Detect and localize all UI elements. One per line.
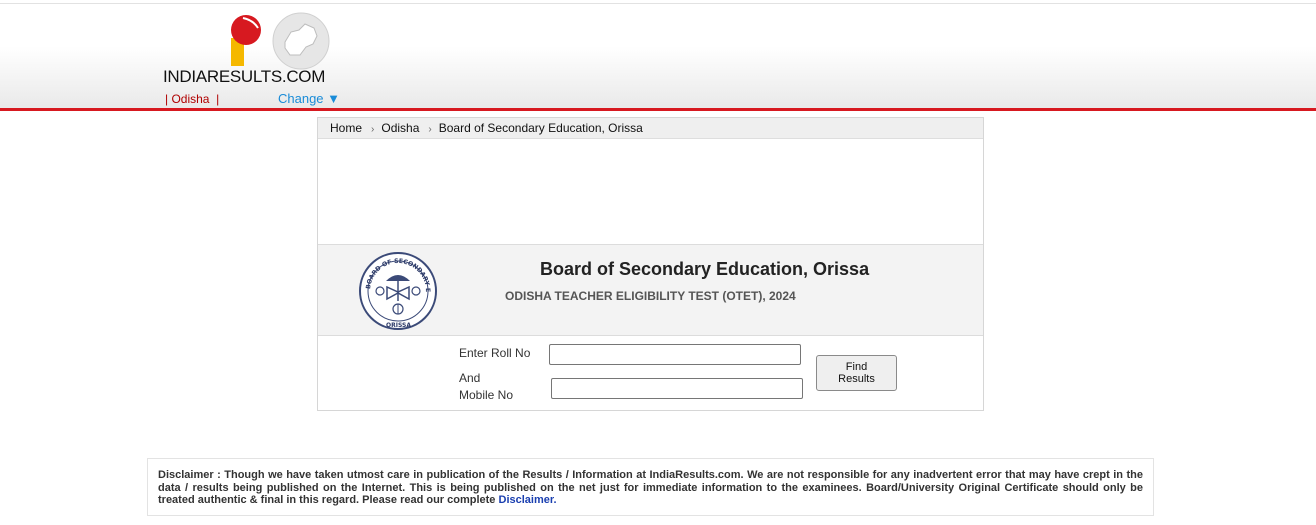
roll-no-input[interactable] — [549, 344, 801, 365]
result-panel: Home › Odisha › Board of Secondary Education… — [317, 117, 984, 411]
mobile-no-label: Mobile No — [459, 388, 514, 402]
logo-text-prefix: INDIA — [163, 67, 207, 86]
exam-title: ODISHA TEACHER ELIGIBILITY TEST (OTET), … — [505, 289, 796, 303]
state-link[interactable]: Odisha — [171, 92, 209, 106]
pipe-right: | — [209, 92, 220, 106]
breadcrumb-separator-icon: › — [428, 124, 432, 135]
breadcrumb-board[interactable]: Board of Secondary Education, Orissa — [439, 121, 643, 135]
find-results-label: Find Results — [838, 361, 875, 385]
breadcrumb: Home › Odisha › Board of Secondary Education… — [318, 118, 983, 139]
breadcrumb-odisha[interactable]: Odisha — [381, 121, 419, 135]
board-header-band: BOARD OF SECONDARY EDUCATION ORISSA Boar… — [318, 244, 983, 336]
board-seal-icon: BOARD OF SECONDARY EDUCATION ORISSA — [358, 251, 437, 330]
disclaimer-box: Disclaimer : Though we have taken utmost… — [147, 458, 1154, 516]
logo-text-suffix: .COM — [281, 67, 326, 86]
mobile-no-input[interactable] — [551, 378, 803, 399]
disclaimer-text: Disclaimer : Though we have taken utmost… — [158, 469, 1143, 506]
state-selector: | Odisha | — [165, 92, 219, 106]
and-label: And — [459, 371, 481, 385]
logo-text-middle: RESULTS — [206, 67, 282, 86]
find-label-line1: Find — [845, 361, 868, 373]
change-state-link[interactable]: Change ▼ — [278, 91, 340, 106]
board-title: Board of Secondary Education, Orissa — [540, 259, 870, 279]
find-label-line2: Results — [838, 373, 875, 385]
find-results-button[interactable]: Find Results — [816, 355, 897, 391]
disclaimer-link[interactable]: Disclaimer. — [499, 494, 557, 506]
breadcrumb-separator-icon: › — [371, 124, 375, 135]
logo-wordmark: INDIARESULTS.COM — [163, 67, 325, 87]
header-red-rule — [0, 108, 1316, 111]
roll-no-label: Enter Roll No — [459, 346, 531, 360]
logo-mark-icon — [231, 12, 330, 70]
site-header: INDIARESULTS.COM | Odisha | Change ▼ — [0, 4, 1316, 109]
site-logo[interactable]: INDIARESULTS.COM — [163, 12, 333, 92]
breadcrumb-home[interactable]: Home — [330, 121, 362, 135]
seal-bottom-text: ORISSA — [386, 322, 411, 329]
